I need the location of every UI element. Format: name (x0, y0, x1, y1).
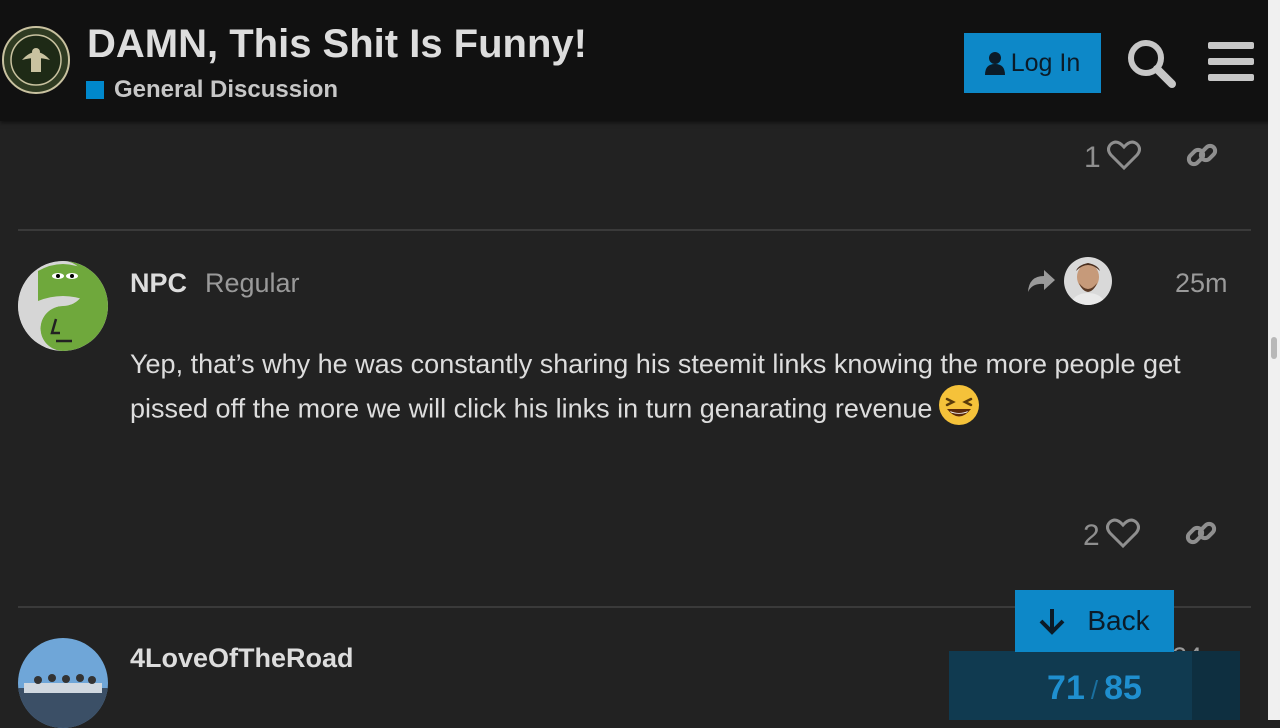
post-actions: 2 (1083, 516, 1218, 555)
login-button[interactable]: Log In (964, 33, 1101, 93)
progress-separator: / (1090, 675, 1099, 705)
progress-text: 71/85 (949, 669, 1240, 708)
post-text: Yep, that’s why he was constantly sharin… (130, 349, 1181, 424)
username[interactable]: NPC (130, 268, 187, 299)
reply-to-icon[interactable] (1026, 268, 1056, 299)
category-color-swatch (86, 81, 104, 99)
like-count[interactable]: 2 (1083, 519, 1100, 553)
login-label: Log In (1010, 48, 1081, 77)
back-button[interactable]: Back (1015, 590, 1174, 652)
user-title: Regular (205, 268, 300, 298)
category-name: General Discussion (114, 76, 339, 103)
hamburger-menu-icon[interactable] (1208, 40, 1254, 84)
like-count[interactable]: 1 (1084, 141, 1101, 175)
heart-icon[interactable] (1105, 518, 1140, 553)
post-body: Yep, that’s why he was constantly sharin… (130, 344, 1230, 437)
post-actions: 1 (1084, 138, 1219, 177)
avatar[interactable] (18, 638, 108, 728)
heart-icon[interactable] (1106, 140, 1141, 175)
search-icon[interactable] (1126, 38, 1176, 88)
scrollbar-thumb[interactable] (1271, 337, 1277, 359)
category-badge[interactable]: General Discussion (86, 76, 338, 104)
progress-current: 71 (1047, 669, 1085, 707)
back-label: Back (1087, 605, 1150, 636)
post-date[interactable]: 25m (1175, 268, 1228, 299)
topic-title[interactable]: DAMN, This Shit Is Funny! (87, 22, 587, 67)
site-logo[interactable] (2, 26, 70, 94)
post-divider (18, 229, 1251, 231)
progress-total: 85 (1104, 669, 1142, 707)
reply-to-avatar[interactable] (1064, 257, 1112, 305)
site-header: DAMN, This Shit Is Funny! General Discus… (0, 0, 1280, 121)
laughing-emoji-icon (938, 384, 980, 437)
arrow-down-icon (1039, 609, 1065, 635)
topic-progress[interactable]: 71/85 (949, 651, 1240, 720)
avatar[interactable] (18, 261, 108, 351)
link-icon[interactable] (1184, 516, 1218, 555)
user-icon (984, 52, 1005, 75)
page-scrollbar[interactable] (1268, 0, 1280, 720)
username[interactable]: 4LoveOfTheRoad (130, 643, 354, 674)
link-icon[interactable] (1185, 138, 1219, 177)
